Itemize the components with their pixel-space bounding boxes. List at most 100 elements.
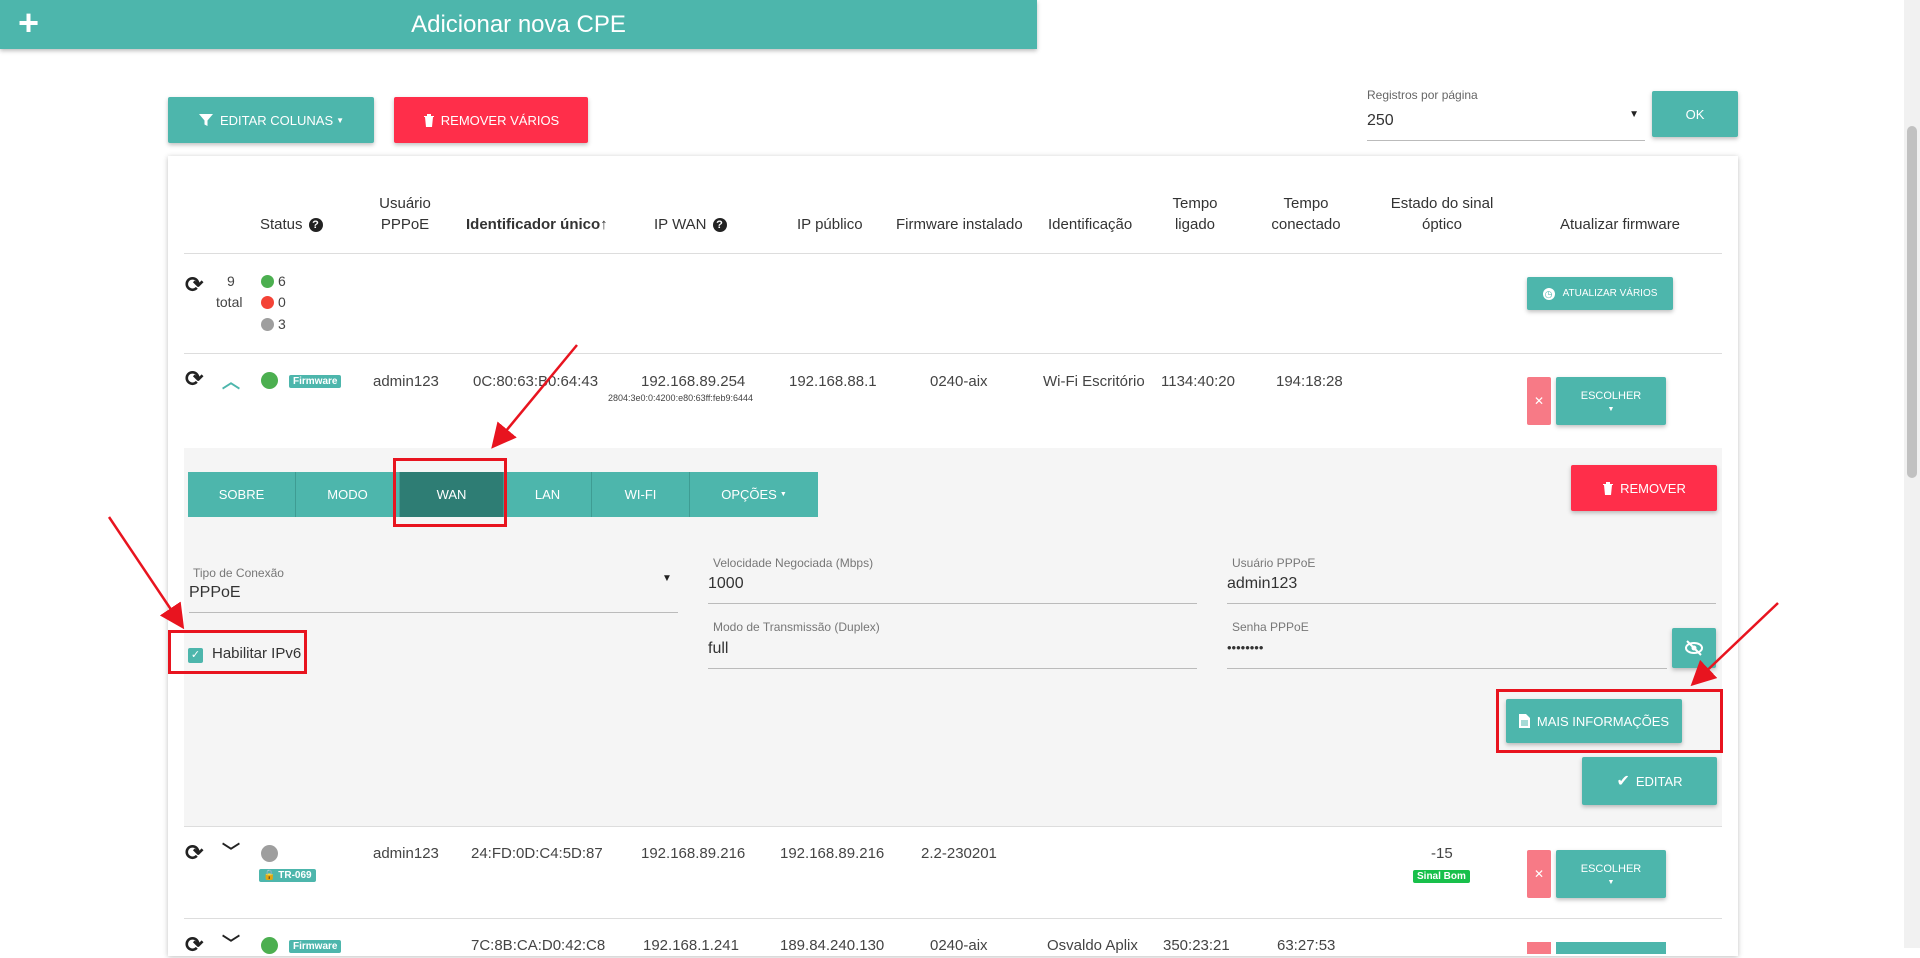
header-pppoe-line2: PPPoE bbox=[380, 216, 430, 233]
signal-badge: Sinal Bom bbox=[1413, 870, 1470, 883]
row-ip-wan: 192.168.89.216 bbox=[641, 845, 746, 862]
per-page-select[interactable]: 250 ▼ bbox=[1367, 109, 1645, 141]
pppoe-user-label: Usuário PPPoE bbox=[1232, 556, 1316, 570]
refresh-icon[interactable]: ⟳ bbox=[185, 272, 203, 298]
firmware-badge: Firmware bbox=[289, 940, 342, 953]
per-page-value: 250 bbox=[1367, 112, 1394, 129]
choose-firmware-button[interactable]: ESCOLHER ▼ bbox=[1556, 377, 1666, 425]
row-identification: Wi-Fi Escritório bbox=[1043, 373, 1145, 390]
tab-lan[interactable]: LAN bbox=[504, 472, 592, 517]
row-unique-id: 24:FD:0D:C4:5D:87 bbox=[471, 845, 603, 862]
status-dot bbox=[261, 845, 278, 862]
ok-button[interactable]: OK bbox=[1652, 91, 1738, 137]
status-dot bbox=[261, 937, 278, 954]
chevron-down-icon[interactable]: ﹀ bbox=[222, 838, 240, 864]
header-signal[interactable]: Estado do sinal óptico bbox=[1382, 193, 1502, 235]
cancel-firmware-button[interactable] bbox=[1527, 942, 1551, 954]
row-firmware: 2.2-230201 bbox=[921, 845, 997, 862]
conn-type-underline bbox=[189, 612, 678, 613]
conn-type-value[interactable]: PPPoE bbox=[189, 584, 241, 602]
duplex-label: Modo de Transmissão (Duplex) bbox=[713, 620, 880, 634]
pppoe-pass-value[interactable]: •••••••• bbox=[1227, 640, 1263, 655]
edit-label: EDITAR bbox=[1635, 773, 1683, 789]
header-connected[interactable]: Tempo conectado bbox=[1266, 193, 1346, 235]
refresh-icon[interactable]: ⟳ bbox=[185, 932, 203, 958]
tab-wifi[interactable]: WI-FI bbox=[592, 472, 690, 517]
speed-underline bbox=[708, 603, 1197, 604]
tab-sobre[interactable]: SOBRE bbox=[188, 472, 296, 517]
header-unique-id[interactable]: Identificador único↑ bbox=[466, 214, 608, 235]
header-connected-line2: conectado bbox=[1271, 216, 1341, 233]
header-ip-wan[interactable]: IP WAN? bbox=[654, 214, 727, 235]
divider bbox=[184, 918, 1722, 919]
tab-opcoes-label: OPÇÕES bbox=[721, 487, 777, 502]
header-signal-line2: óptico bbox=[1421, 216, 1463, 233]
header-status[interactable]: Status? bbox=[260, 214, 323, 235]
cancel-firmware-button[interactable]: ✕ bbox=[1527, 850, 1551, 898]
row-unique-id: 0C:80:63:B0:64:43 bbox=[473, 373, 599, 390]
edit-columns-button[interactable]: EDITAR COLUNAS ▼ bbox=[168, 97, 374, 143]
caret-down-icon: ▼ bbox=[336, 115, 345, 125]
row-connected: 194:18:28 bbox=[1276, 373, 1343, 390]
toggle-password-button[interactable] bbox=[1672, 628, 1716, 668]
choose-firmware-button[interactable] bbox=[1556, 942, 1666, 954]
help-icon[interactable]: ? bbox=[712, 218, 727, 233]
check-icon: ✔ bbox=[1616, 773, 1630, 790]
tab-opcoes[interactable]: OPÇÕES ▼ bbox=[690, 472, 818, 517]
remove-label: REMOVER bbox=[1620, 480, 1686, 496]
remove-many-label: REMOVER VÁRIOS bbox=[440, 112, 560, 128]
edit-button[interactable]: ✔ EDITAR bbox=[1582, 757, 1717, 805]
pppoe-pass-label: Senha PPPoE bbox=[1232, 620, 1309, 634]
duplex-value[interactable]: full bbox=[708, 640, 728, 658]
cancel-firmware-button[interactable]: ✕ bbox=[1527, 377, 1551, 425]
row-signal: -15 bbox=[1431, 845, 1453, 862]
unknown-count: 3 bbox=[278, 316, 286, 332]
refresh-icon[interactable]: ⟳ bbox=[185, 840, 203, 866]
header-pppoe-line1: Usuário bbox=[379, 195, 431, 212]
header-uptime-line1: Tempo bbox=[1172, 195, 1218, 212]
remove-many-button[interactable]: REMOVER VÁRIOS bbox=[394, 97, 588, 143]
row-pppoe: admin123 bbox=[373, 373, 439, 390]
header-update-firmware: Atualizar firmware bbox=[1560, 216, 1681, 233]
row-pppoe: admin123 bbox=[373, 845, 439, 862]
update-many-label: ATUALIZAR VÁRIOS bbox=[1562, 288, 1658, 299]
annotation-box-ipv6 bbox=[168, 630, 307, 674]
header-uptime-line2: ligado bbox=[1174, 216, 1216, 233]
help-icon[interactable]: ? bbox=[308, 218, 323, 233]
add-cpe-label: Adicionar nova CPE bbox=[411, 10, 626, 38]
tab-modo[interactable]: MODO bbox=[296, 472, 400, 517]
conn-type-label: Tipo de Conexão bbox=[193, 566, 284, 580]
choose-firmware-button[interactable]: ESCOLHER ▼ bbox=[1556, 850, 1666, 898]
tr069-badge: 🔒 TR-069 bbox=[259, 869, 316, 882]
chevron-down-icon[interactable]: ﹀ bbox=[222, 930, 240, 956]
remove-button[interactable]: REMOVER bbox=[1571, 465, 1717, 511]
row-connected: 63:27:53 bbox=[1277, 937, 1336, 954]
header-pppoe[interactable]: Usuário PPPoE bbox=[370, 193, 440, 235]
pppoe-user-value[interactable]: admin123 bbox=[1227, 575, 1297, 593]
add-cpe-button[interactable]: + Adicionar nova CPE bbox=[0, 0, 1037, 49]
choose-label: ESCOLHER bbox=[1580, 862, 1642, 875]
offline-dot bbox=[261, 296, 274, 309]
eye-slash-icon bbox=[1685, 640, 1703, 656]
pppoe-pass-underline bbox=[1227, 668, 1667, 669]
trash-icon bbox=[1603, 482, 1614, 495]
row-uptime: 1134:40:20 bbox=[1161, 373, 1235, 390]
row-ip-wan: 192.168.1.241 bbox=[643, 937, 739, 954]
speed-value[interactable]: 1000 bbox=[708, 575, 744, 593]
plus-icon: + bbox=[18, 2, 40, 43]
edit-columns-label: EDITAR COLUNAS bbox=[219, 112, 334, 128]
header-uptime[interactable]: Tempo ligado bbox=[1160, 193, 1230, 235]
scrollbar-thumb[interactable] bbox=[1907, 126, 1917, 478]
header-firmware[interactable]: Firmware instalado bbox=[896, 214, 1023, 235]
ok-label: OK bbox=[1685, 106, 1705, 122]
row-ip-public: 192.168.88.1 bbox=[789, 373, 877, 390]
header-ip-public[interactable]: IP público bbox=[797, 214, 863, 235]
row-firmware: 0240-aix bbox=[930, 373, 988, 390]
update-many-button[interactable]: ◷ ATUALIZAR VÁRIOS bbox=[1527, 277, 1673, 310]
refresh-icon[interactable]: ⟳ bbox=[185, 366, 203, 392]
row-unique-id: 7C:8B:CA:D0:42:C8 bbox=[471, 937, 606, 954]
caret-down-icon: ▼ bbox=[1607, 878, 1615, 886]
chevron-up-icon[interactable]: ︿ bbox=[222, 368, 240, 394]
select-caret-icon[interactable]: ▼ bbox=[662, 573, 672, 584]
header-identification[interactable]: Identificação bbox=[1048, 214, 1132, 235]
